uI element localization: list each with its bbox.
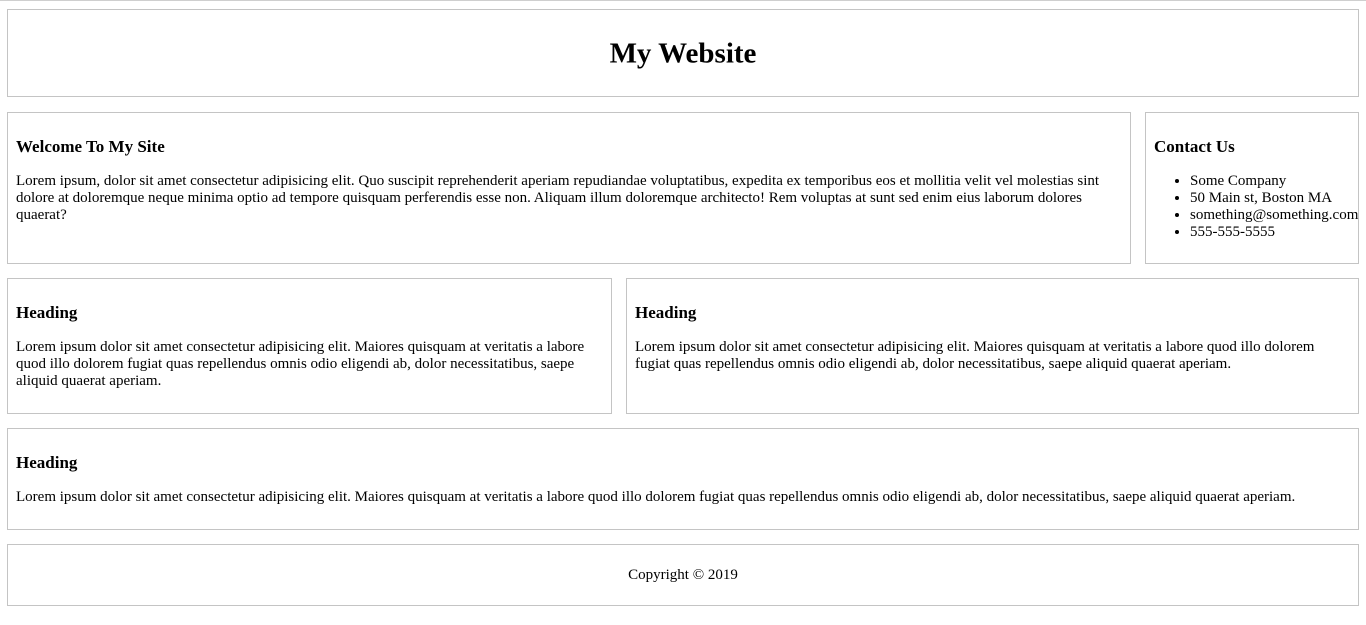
contact-list: Some Company 50 Main st, Boston MA somet… (1154, 173, 1358, 241)
welcome-text: Lorem ipsum, dolor sit amet consectetur … (16, 173, 1100, 223)
site-title: My Website (609, 37, 757, 70)
site-footer: Copyright © 2019 (7, 544, 1359, 606)
copyright-text: Copyright © 2019 (628, 567, 738, 583)
content-card: Heading Lorem ipsum dolor sit amet conse… (7, 428, 1359, 530)
welcome-heading: Welcome To My Site (16, 137, 165, 156)
card-text: Lorem ipsum dolor sit amet consectetur a… (16, 489, 1296, 505)
contact-phone: 555-555-5555 (1190, 224, 1358, 241)
top-divider (0, 0, 1366, 1)
contact-address: 50 Main st, Boston MA (1190, 190, 1358, 207)
card-text: Lorem ipsum dolor sit amet consectetur a… (16, 339, 585, 389)
card-heading: Heading (16, 453, 78, 472)
content-card: Heading Lorem ipsum dolor sit amet conse… (626, 278, 1359, 414)
card-heading: Heading (635, 303, 697, 322)
contact-email: something@something.com (1190, 207, 1358, 224)
content-card: Heading Lorem ipsum dolor sit amet conse… (7, 278, 612, 414)
site-header: My Website (7, 9, 1359, 97)
contact-heading: Contact Us (1154, 137, 1235, 156)
card-heading: Heading (16, 303, 78, 322)
contact-company: Some Company (1190, 173, 1358, 190)
card-text: Lorem ipsum dolor sit amet consectetur a… (635, 339, 1315, 372)
welcome-section: Welcome To My Site Lorem ipsum, dolor si… (7, 112, 1131, 264)
contact-section: Contact Us Some Company 50 Main st, Bost… (1145, 112, 1359, 264)
